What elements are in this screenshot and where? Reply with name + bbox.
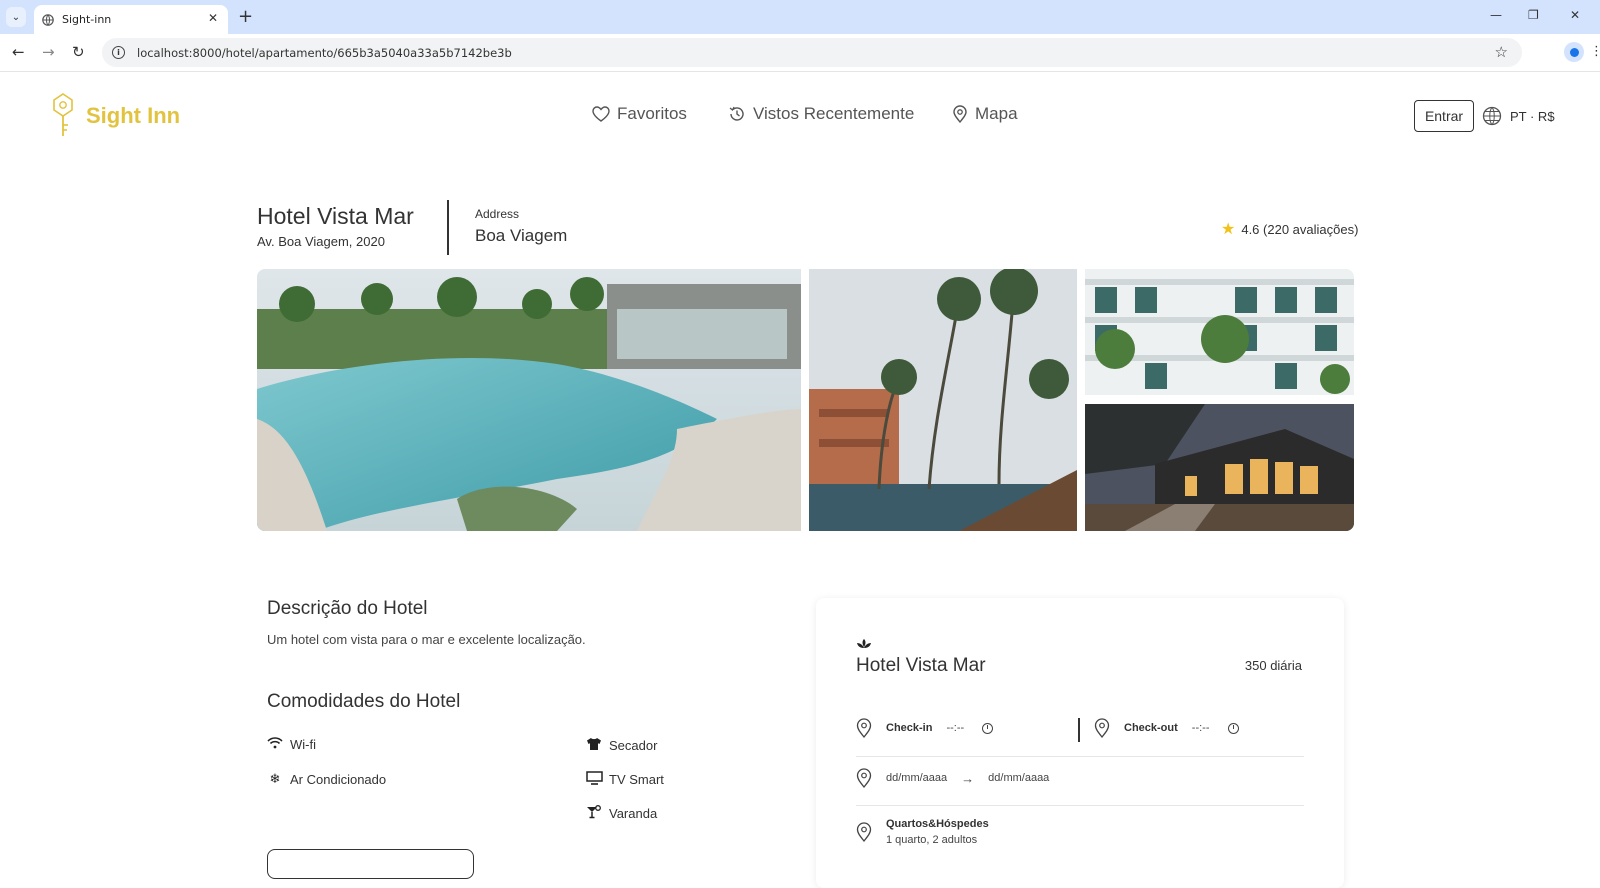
hotel-photo-facade[interactable] [1085, 269, 1354, 395]
booking-card: Hotel Vista Mar 350 diária Check-in --:-… [816, 598, 1344, 888]
address-neighborhood: Boa Viagem [475, 226, 568, 245]
back-icon[interactable]: ← [12, 43, 25, 61]
divider [856, 756, 1304, 757]
nav-favorites-label: Favoritos [617, 104, 687, 123]
login-button[interactable]: Entrar [1414, 100, 1474, 132]
amenity-dryer: Secador [585, 737, 657, 754]
amenity-tv: TV Smart [585, 771, 664, 788]
shirt-icon [585, 737, 603, 754]
location-pin-icon [1094, 718, 1110, 738]
location-pin-icon [856, 768, 872, 788]
locale-selector[interactable]: PT · R$ [1482, 106, 1555, 126]
bookmark-star-icon[interactable]: ☆ [1495, 43, 1508, 61]
restore-icon[interactable]: ❐ [1528, 8, 1539, 22]
rooms-label: Quartos&Hóspedes [886, 818, 989, 830]
monitor-icon [585, 771, 603, 788]
address-label: Address [475, 207, 520, 221]
wifi-icon [266, 737, 284, 752]
date-to[interactable]: dd/mm/aaaa [988, 772, 1049, 784]
locale-label: PT · R$ [1510, 108, 1555, 124]
reload-icon[interactable]: ↻ [72, 43, 85, 61]
date-range-field[interactable]: dd/mm/aaaa → dd/mm/aaaa [856, 768, 1049, 788]
checkout-label: Check-out [1124, 722, 1178, 734]
checkin-label: Check-in [886, 722, 933, 734]
new-tab-icon[interactable]: + [238, 6, 253, 27]
booking-hotel-name: Hotel Vista Mar [856, 655, 986, 676]
amenity-balcony: Varanda [585, 805, 657, 822]
amenity-label: Wi-fi [290, 737, 316, 752]
address-bar[interactable]: i localhost:8000/hotel/apartamento/665b3… [102, 38, 1522, 67]
close-tab-icon[interactable]: ✕ [208, 11, 218, 25]
description-title: Descrição do Hotel [267, 598, 428, 619]
show-all-amenities-button[interactable] [267, 849, 474, 879]
map-pin-icon [953, 105, 967, 123]
snowflake-icon: ❄ [269, 771, 281, 786]
divider [1078, 718, 1080, 742]
globe-icon [1482, 106, 1502, 126]
hotel-rating: ★ 4.6 (220 avaliações) [1221, 219, 1358, 239]
amenities-title: Comodidades do Hotel [267, 691, 461, 712]
nav-map-label: Mapa [975, 104, 1018, 123]
browser-toolbar: ← → ↻ i localhost:8000/hotel/apartamento… [0, 34, 1600, 72]
date-from[interactable]: dd/mm/aaaa [886, 772, 947, 784]
hotel-photo-night[interactable] [1085, 404, 1354, 531]
browser-tabbar: ⌄ Sight-inn ✕ + — ❐ ✕ [0, 0, 1600, 34]
amenity-label: Varanda [609, 806, 658, 821]
arrow-right-icon: → [961, 770, 975, 786]
cocktail-icon [585, 805, 603, 822]
close-window-icon[interactable]: ✕ [1570, 8, 1580, 22]
star-icon: ★ [1221, 221, 1236, 238]
tab-search-icon[interactable]: ⌄ [6, 7, 26, 27]
rooms-guests-field[interactable]: Quartos&Hóspedes 1 quarto, 2 adultos [856, 818, 989, 846]
amenity-label: TV Smart [609, 772, 664, 787]
amenity-label: Ar Condicionado [290, 771, 387, 787]
hotel-photo-palms[interactable] [809, 269, 1077, 531]
url-text: localhost:8000/hotel/apartamento/665b3a5… [137, 45, 512, 60]
checkout-field[interactable]: Check-out --:-- [1094, 718, 1239, 738]
nav-favorites[interactable]: Favoritos [592, 104, 687, 124]
hotel-street: Av. Boa Viagem, 2020 [257, 234, 385, 249]
nav-recent[interactable]: Vistos Recentemente [728, 104, 914, 124]
brand-logo[interactable]: Sight Inn [50, 92, 180, 138]
rooms-value: 1 quarto, 2 adultos [886, 834, 978, 846]
amenity-ac: ❄ Ar Condicionado [266, 771, 387, 787]
amenity-label: Secador [609, 738, 658, 753]
hotel-photo-pool[interactable] [257, 269, 801, 531]
key-logo-icon [53, 93, 73, 136]
divider [856, 805, 1304, 806]
minimize-icon[interactable]: — [1490, 8, 1502, 22]
hotel-name: Hotel Vista Mar [257, 203, 414, 229]
menu-kebab-icon[interactable]: ⋮ [1590, 44, 1600, 59]
forward-icon[interactable]: → [42, 43, 55, 61]
heart-icon [592, 106, 610, 122]
nav-recent-label: Vistos Recentemente [753, 104, 915, 123]
profile-avatar[interactable] [1564, 42, 1584, 62]
nav-map[interactable]: Mapa [952, 104, 1018, 124]
location-pin-icon [856, 822, 872, 842]
checkin-field[interactable]: Check-in --:-- [856, 718, 994, 738]
clock-icon [1227, 722, 1239, 734]
clock-icon [982, 722, 994, 734]
description-text: Um hotel com vista para o mar e excelent… [267, 632, 586, 647]
rating-text: 4.6 (220 avaliações) [1241, 221, 1359, 237]
site-info-icon[interactable]: i [112, 46, 125, 59]
tab-title: Sight-inn [62, 13, 112, 26]
globe-icon [42, 13, 54, 26]
booking-price: 350 diária [1244, 658, 1302, 673]
history-icon [729, 106, 744, 121]
browser-tab[interactable]: Sight-inn ✕ [34, 5, 228, 34]
lotus-icon [856, 638, 872, 653]
checkin-time: --:-- [946, 722, 965, 734]
checkout-time: --:-- [1191, 722, 1210, 734]
location-pin-icon [856, 718, 872, 738]
brand-name: Sight Inn [86, 103, 181, 128]
amenity-wifi: Wi-fi [266, 737, 316, 752]
divider [447, 200, 449, 255]
